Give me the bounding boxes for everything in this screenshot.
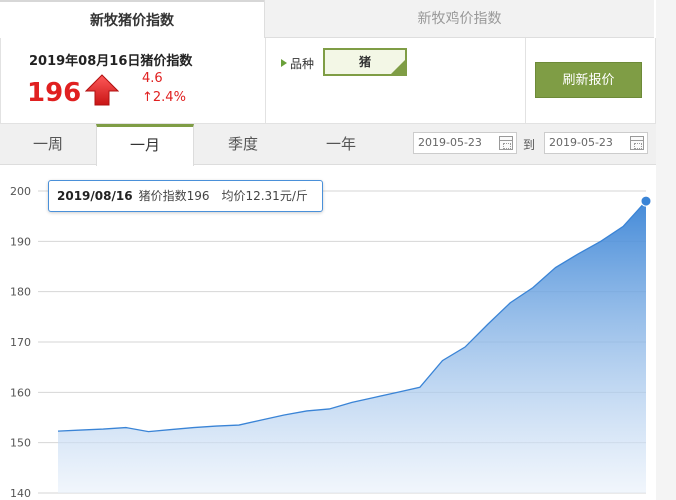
check-icon [391, 60, 405, 74]
index-change: 4.6 [142, 71, 163, 86]
tab-year[interactable]: 一年 [292, 124, 390, 165]
date-from-value: 2019-05-23 [418, 136, 482, 149]
y-tick-label: 150 [10, 437, 31, 450]
calendar-icon[interactable] [630, 136, 644, 150]
series-area [58, 201, 646, 494]
y-tick-label: 190 [10, 235, 31, 248]
tab-month[interactable]: 一月 [96, 124, 194, 166]
variety-select[interactable]: 猪 [323, 48, 407, 76]
y-tick-label: 140 [10, 487, 31, 500]
tab-chicken-index[interactable]: 新牧鸡价指数 [264, 0, 654, 38]
top-tabs: 新牧猪价指数 新牧鸡价指数 [0, 0, 676, 38]
tab-quarter[interactable]: 季度 [194, 124, 292, 165]
y-tick-label: 180 [10, 286, 31, 299]
variety-value: 猪 [358, 55, 371, 69]
calendar-icon[interactable] [499, 136, 513, 150]
summary-panel: 2019年08月16日猪价指数 196 4.6 ↑2.4% 品种 猪 刷新报价 [0, 38, 656, 124]
y-tick-label: 170 [10, 336, 31, 349]
divider [525, 38, 526, 124]
summary-title: 2019年08月16日猪价指数 [29, 54, 193, 69]
index-change-percent: ↑2.4% [142, 90, 186, 105]
tab-week[interactable]: 一周 [0, 124, 96, 165]
date-from-input[interactable]: 2019-05-23 [413, 132, 517, 154]
date-to-input[interactable]: 2019-05-23 [544, 132, 648, 154]
y-tick-label: 200 [10, 185, 31, 198]
up-arrow-icon [85, 74, 119, 106]
chart-tooltip: 2019/08/16 猪价指数196 均价12.31元/斤 [48, 180, 323, 212]
period-tabs: 一周 一月 季度 一年 2019-05-23 到 2019-05-23 [0, 124, 656, 166]
pig-index-chart: 140 150 160 170 180 190 200 [10, 185, 652, 500]
tooltip-text: 猪价指数196 均价12.31元/斤 [138, 189, 308, 203]
date-to-value: 2019-05-23 [549, 136, 613, 149]
tooltip-date: 2019/08/16 [57, 189, 133, 203]
refresh-price-button[interactable]: 刷新报价 [535, 62, 642, 98]
highlight-point[interactable] [640, 195, 652, 207]
current-index-value: 196 [27, 78, 82, 108]
tab-pig-index[interactable]: 新牧猪价指数 [0, 0, 264, 38]
date-separator: 到 [523, 138, 536, 152]
divider [265, 38, 266, 124]
variety-label: 品种 [290, 57, 315, 71]
triangle-bullet-icon [281, 59, 287, 67]
y-tick-label: 160 [10, 386, 31, 399]
